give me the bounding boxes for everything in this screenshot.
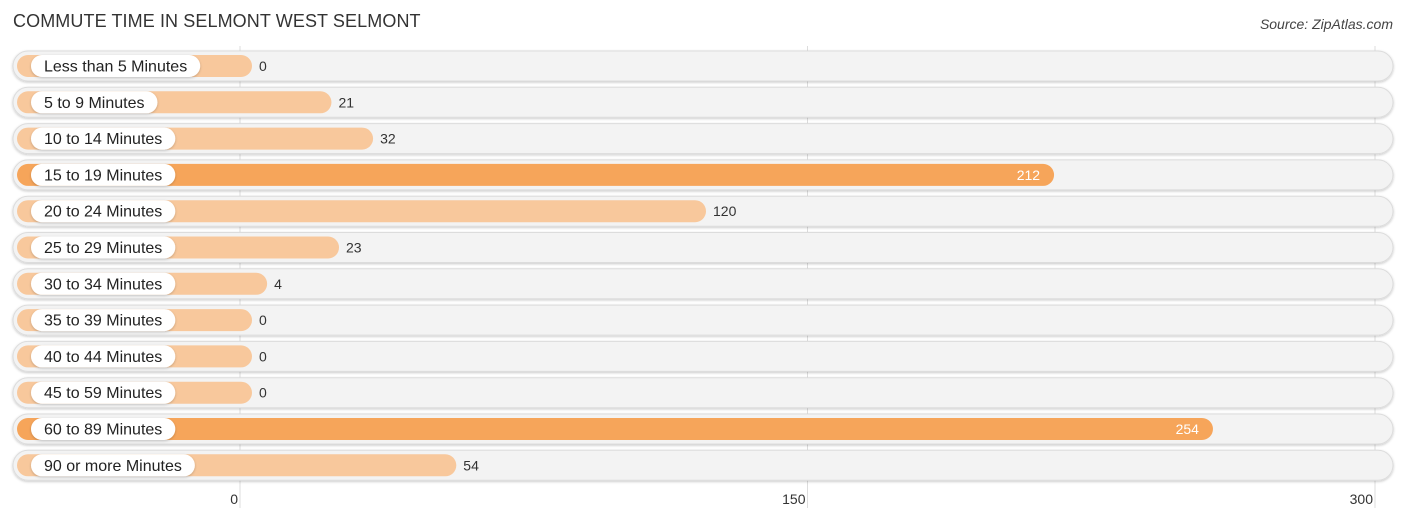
bar-row: 10 to 14 Minutes 32: [12, 123, 1394, 155]
bar-row: 25 to 29 Minutes 23: [12, 232, 1394, 263]
bar-row: 60 to 89 Minutes 254: [12, 413, 1394, 445]
category-label: 35 to 39 Minutes: [44, 313, 162, 330]
category-label: 60 to 89 Minutes: [44, 422, 162, 439]
bar-chart: Less than 5 Minutes 0 5 to 9 Minutes 21 10 t…: [12, 46, 1394, 508]
category-label: Less than 5 Minutes: [44, 59, 187, 76]
bar-row: 30 to 34 Minutes 4: [12, 268, 1394, 300]
category-label: 20 to 24 Minutes: [44, 204, 162, 221]
value-label: 254: [1176, 421, 1200, 437]
value-label: 120: [713, 203, 737, 219]
bar-row: 90 or more Minutes 54: [12, 449, 1394, 481]
bar-rows: Less than 5 Minutes 0 5 to 9 Minutes 21 10 t…: [12, 50, 1394, 481]
x-tick-label: 300: [1350, 491, 1374, 507]
category-label: 30 to 34 Minutes: [44, 276, 162, 293]
category-label: 25 to 29 Minutes: [44, 240, 162, 257]
value-label: 0: [259, 58, 267, 74]
category-label: 10 to 14 Minutes: [44, 131, 162, 148]
bar-row: Less than 5 Minutes 0: [12, 50, 1394, 82]
value-label: 32: [380, 131, 396, 147]
bar-row: 40 to 44 Minutes 0: [12, 340, 1394, 372]
bar: [17, 418, 1213, 440]
value-label: 4: [274, 276, 282, 292]
bar-row: 20 to 24 Minutes 120: [12, 195, 1394, 227]
value-label: 23: [346, 240, 362, 256]
category-label: 90 or more Minutes: [44, 458, 182, 475]
category-label: 45 to 59 Minutes: [44, 385, 162, 402]
value-label: 212: [1017, 167, 1041, 183]
category-label: 5 to 9 Minutes: [44, 95, 145, 112]
x-axis-ticks: 0 150 300: [230, 491, 1373, 507]
category-label: 40 to 44 Minutes: [44, 349, 162, 366]
x-tick-label: 0: [230, 491, 238, 507]
value-label: 0: [259, 385, 267, 401]
value-label: 21: [338, 94, 354, 110]
category-label: 15 to 19 Minutes: [44, 167, 162, 184]
bar-row: 15 to 19 Minutes 212: [12, 159, 1394, 191]
bar-row: 45 to 59 Minutes 0: [12, 377, 1394, 409]
bar-row: 35 to 39 Minutes 0: [12, 304, 1394, 336]
bar-row: 5 to 9 Minutes 21: [12, 86, 1394, 118]
value-label: 0: [259, 312, 267, 328]
value-label: 0: [259, 348, 267, 364]
value-label: 54: [463, 457, 479, 473]
x-tick-label: 150: [782, 491, 806, 507]
